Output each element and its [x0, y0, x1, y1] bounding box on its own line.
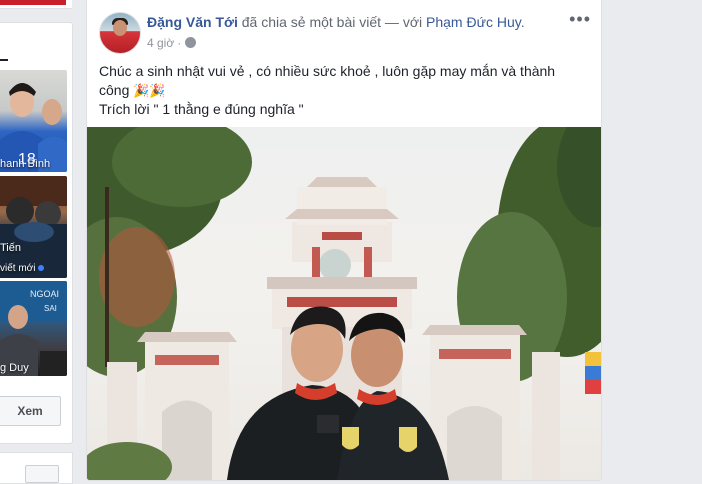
- new-indicator-dot: [38, 265, 45, 272]
- svg-text:NGOẠI: NGOẠI: [30, 289, 59, 299]
- post-message-line-1: Chúc a sinh nhật vui vẻ , có nhiều sức k…: [99, 63, 556, 98]
- video-subcaption: viết mới: [0, 263, 67, 274]
- feed-post: Đặng Văn Tới đã chia sẻ một bài viết — v…: [86, 0, 602, 481]
- post-action-text: đã chia sẻ một bài viết — với: [237, 14, 427, 30]
- video-thumbnail-3[interactable]: NGOẠI SAI g Duy: [0, 281, 67, 376]
- post-timestamp[interactable]: 4 giờ: [147, 36, 174, 50]
- video-thumbnail-1[interactable]: 18 hanh Bình: [0, 70, 67, 172]
- panel-header-fragment: [0, 59, 8, 61]
- post-meta: 4 giờ ·: [147, 36, 197, 50]
- video-caption: hanh Bình: [0, 158, 51, 170]
- author-avatar[interactable]: [99, 12, 141, 54]
- party-popper-icon: 🎉🎉: [133, 83, 166, 98]
- video-caption: Tiến: [0, 242, 21, 254]
- post-message: Chúc a sinh nhật vui vẻ , có nhiều sức k…: [99, 62, 589, 119]
- video-thumbnail-2[interactable]: Tiến viết mới: [0, 176, 67, 278]
- public-globe-icon: [185, 37, 197, 48]
- author-name-link[interactable]: Đặng Văn Tới: [147, 14, 238, 30]
- post-options-icon[interactable]: •••: [569, 10, 591, 28]
- tagged-person-link[interactable]: Phạm Đức Huy: [426, 14, 521, 30]
- post-photo[interactable]: [87, 127, 601, 480]
- post-header: Đặng Văn Tới đã chia sẻ một bài viết — v…: [147, 14, 525, 30]
- next-panel: [0, 452, 73, 484]
- see-more-button[interactable]: Xem: [0, 396, 61, 426]
- video-caption: g Duy: [0, 362, 29, 374]
- post-message-line-2: Trích lời " 1 thằng e đúng nghĩa ": [99, 101, 304, 117]
- top-left-strip: [0, 0, 72, 9]
- svg-text:SAI: SAI: [44, 304, 57, 313]
